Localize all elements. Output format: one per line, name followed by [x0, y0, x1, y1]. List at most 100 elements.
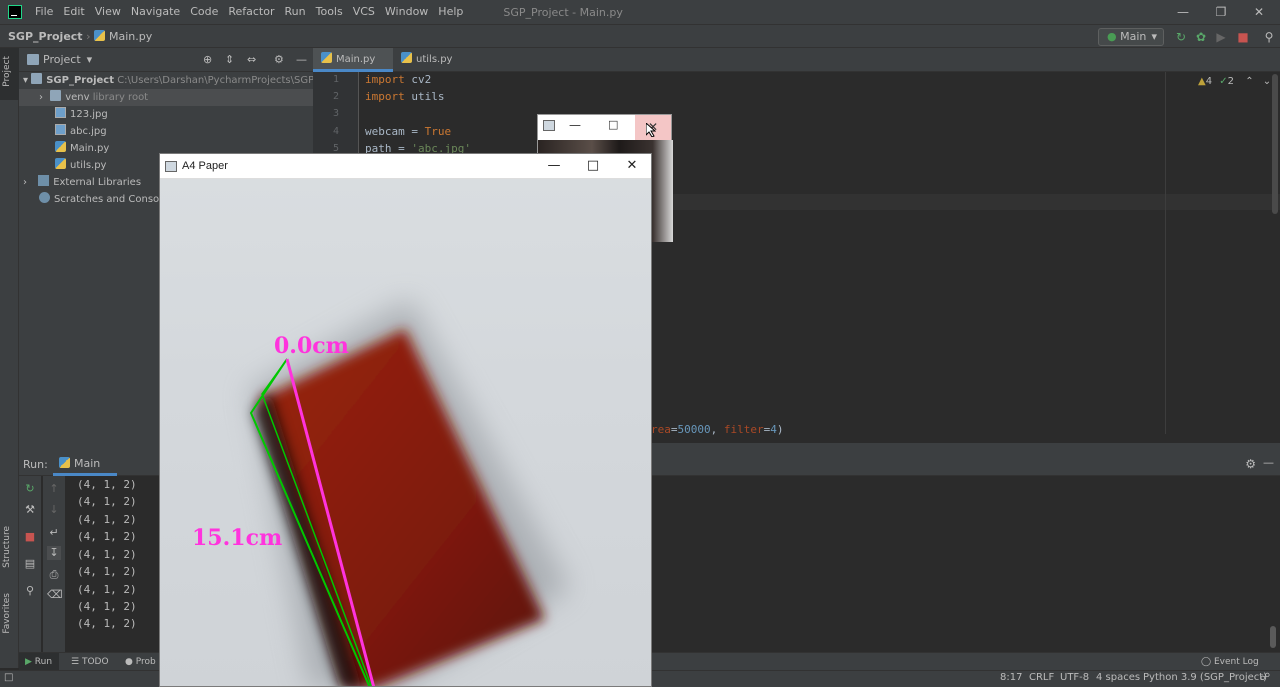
- caret-position[interactable]: 8:17: [1000, 672, 1022, 683]
- menu-code[interactable]: Code: [185, 0, 223, 24]
- close-icon[interactable]: ✕: [1240, 0, 1278, 24]
- run-config-dropdown[interactable]: ● Main ▾: [1098, 28, 1164, 46]
- bottom-tab-label: TODO: [81, 657, 109, 667]
- left-tool-stripe: Project Structure Favorites: [0, 48, 19, 668]
- a4-paper-window[interactable]: A4 Paper — □ ✕ 0.0cm 15.1cm: [159, 153, 652, 687]
- arrow-down-icon[interactable]: ↓: [47, 503, 61, 517]
- tree-item-external-libraries[interactable]: › External Libraries: [23, 174, 141, 191]
- menu-tools[interactable]: Tools: [311, 0, 348, 24]
- rerun-icon[interactable]: ↻: [1174, 30, 1188, 44]
- inspection-widget[interactable]: ▲4 ✓2 ⌃ ⌄: [1198, 76, 1271, 87]
- tree-item-venv[interactable]: › venv library root: [19, 89, 313, 106]
- tab-main-py[interactable]: Main.py ×: [313, 48, 393, 88]
- chevron-up-icon[interactable]: ⌃: [1245, 76, 1253, 87]
- menu-view[interactable]: View: [90, 0, 126, 24]
- collapse-all-icon[interactable]: ⇔: [247, 53, 256, 66]
- menu-vcs[interactable]: VCS: [348, 0, 380, 24]
- stop-icon[interactable]: ■: [1236, 30, 1250, 44]
- expand-all-icon[interactable]: ⇕: [225, 53, 234, 66]
- run-tab-main[interactable]: Main: [53, 452, 117, 476]
- maximize-icon[interactable]: □: [574, 154, 612, 178]
- code-line: rea=50000, filter=4): [651, 423, 784, 436]
- gear-icon[interactable]: ⚙: [274, 53, 284, 66]
- keyword: import: [365, 73, 405, 86]
- tree-item-label: 123.jpg: [70, 109, 108, 120]
- output-line: (4, 1, 2): [77, 530, 137, 543]
- minimize-icon[interactable]: —: [569, 118, 581, 132]
- close-icon[interactable]: ✕: [613, 154, 651, 178]
- tree-root[interactable]: ▾ SGP_Project C:\Users\Darshan\PycharmPr…: [23, 72, 344, 89]
- tree-item-utilspy[interactable]: utils.py: [55, 157, 106, 174]
- folder-icon: [50, 90, 62, 101]
- stop-icon[interactable]: ■: [23, 530, 37, 544]
- menu-help[interactable]: Help: [433, 0, 468, 24]
- layout-icon[interactable]: ▤: [23, 557, 37, 571]
- coverage-icon[interactable]: ▶: [1214, 30, 1228, 44]
- python-file-icon: [321, 52, 332, 63]
- tree-item-abcjpg[interactable]: abc.jpg: [55, 123, 107, 140]
- measurement-image: 0.0cm 15.1cm: [160, 179, 651, 686]
- minimize-icon[interactable]: —: [535, 154, 573, 178]
- window-icon: [543, 120, 555, 131]
- run-config-label: Main: [1120, 30, 1147, 43]
- chevron-down-icon[interactable]: ⌄: [1263, 76, 1271, 87]
- line-number: 1: [332, 74, 339, 85]
- wrench-icon[interactable]: ⚒: [23, 503, 37, 517]
- list-icon: ☰: [71, 657, 80, 667]
- tree-item-123jpg[interactable]: 123.jpg: [55, 106, 108, 123]
- project-tool-tab[interactable]: Project: [2, 56, 12, 87]
- menu-window[interactable]: Window: [380, 0, 433, 24]
- hide-panel-icon[interactable]: —: [1263, 456, 1274, 469]
- arrow-up-icon[interactable]: ↑: [47, 482, 61, 496]
- project-view-dropdown[interactable]: Project: [43, 53, 81, 66]
- hide-panel-icon[interactable]: —: [296, 53, 307, 66]
- right-margin-guide: [1165, 72, 1166, 434]
- gear-icon[interactable]: ⚙: [1245, 457, 1256, 471]
- structure-tool-tab[interactable]: Structure: [2, 526, 12, 568]
- line-separator[interactable]: CRLF: [1029, 672, 1054, 683]
- a4-window-title: A4 Paper: [182, 160, 228, 172]
- measure-label-top: 0.0cm: [274, 333, 349, 359]
- lock-icon[interactable]: ☍: [1260, 672, 1270, 683]
- search-icon[interactable]: ⚲: [1262, 30, 1276, 44]
- menu-edit[interactable]: Edit: [58, 0, 89, 24]
- python-interpreter[interactable]: Python 3.9 (SGP_Project): [1143, 672, 1267, 683]
- scroll-to-end-icon[interactable]: ↧: [47, 546, 61, 560]
- keyword: True: [424, 125, 452, 138]
- editor-scrollbar[interactable]: [1272, 74, 1278, 214]
- print-icon[interactable]: ⎙: [47, 568, 61, 582]
- play-icon: ▶: [25, 657, 32, 667]
- menu-navigate[interactable]: Navigate: [126, 0, 185, 24]
- output-line: (4, 1, 2): [77, 565, 137, 578]
- favorites-tool-tab[interactable]: Favorites: [2, 593, 12, 634]
- breadcrumb-project[interactable]: SGP_Project: [8, 30, 83, 43]
- menu-refactor[interactable]: Refactor: [223, 0, 279, 24]
- a4-window-titlebar[interactable]: A4 Paper — □ ✕: [160, 154, 651, 179]
- info-icon: ●: [125, 657, 133, 667]
- rerun-icon[interactable]: ↻: [23, 482, 37, 496]
- output-scrollbar[interactable]: [1270, 626, 1276, 648]
- navigation-bar: SGP_Project › Main.py ● Main ▾ ↻ ✿ ▶ ■ ⚲: [0, 24, 1280, 48]
- locate-icon[interactable]: ⊕: [203, 53, 212, 66]
- toggle-panels-icon[interactable]: □: [4, 672, 13, 683]
- measurement-overlay: 0.0cm 15.1cm: [192, 299, 570, 686]
- indent-setting[interactable]: 4 spaces: [1096, 672, 1140, 683]
- maximize-icon[interactable]: □: [608, 118, 618, 131]
- maximize-icon[interactable]: ❐: [1202, 0, 1240, 24]
- tree-item-mainpy[interactable]: Main.py: [55, 140, 109, 157]
- menu-run[interactable]: Run: [280, 0, 311, 24]
- debug-icon[interactable]: ✿: [1194, 30, 1208, 44]
- trash-icon[interactable]: ⌫: [47, 588, 63, 602]
- line-number: 3: [332, 108, 339, 119]
- tab-utils-py[interactable]: utils.py ×: [393, 48, 471, 88]
- minimize-icon[interactable]: —: [1164, 0, 1202, 24]
- tree-item-scratches[interactable]: Scratches and Consoles: [39, 191, 173, 208]
- file-encoding[interactable]: UTF-8: [1060, 672, 1089, 683]
- tree-item-label: venv: [65, 92, 90, 103]
- output-line: (4, 1, 2): [77, 548, 137, 561]
- soft-wrap-icon[interactable]: ↵: [47, 526, 61, 540]
- chevron-right-icon: ›: [39, 92, 43, 103]
- breadcrumb-file[interactable]: Main.py: [109, 30, 152, 43]
- menu-file[interactable]: File: [30, 0, 58, 24]
- pin-icon[interactable]: ⚲: [23, 584, 37, 598]
